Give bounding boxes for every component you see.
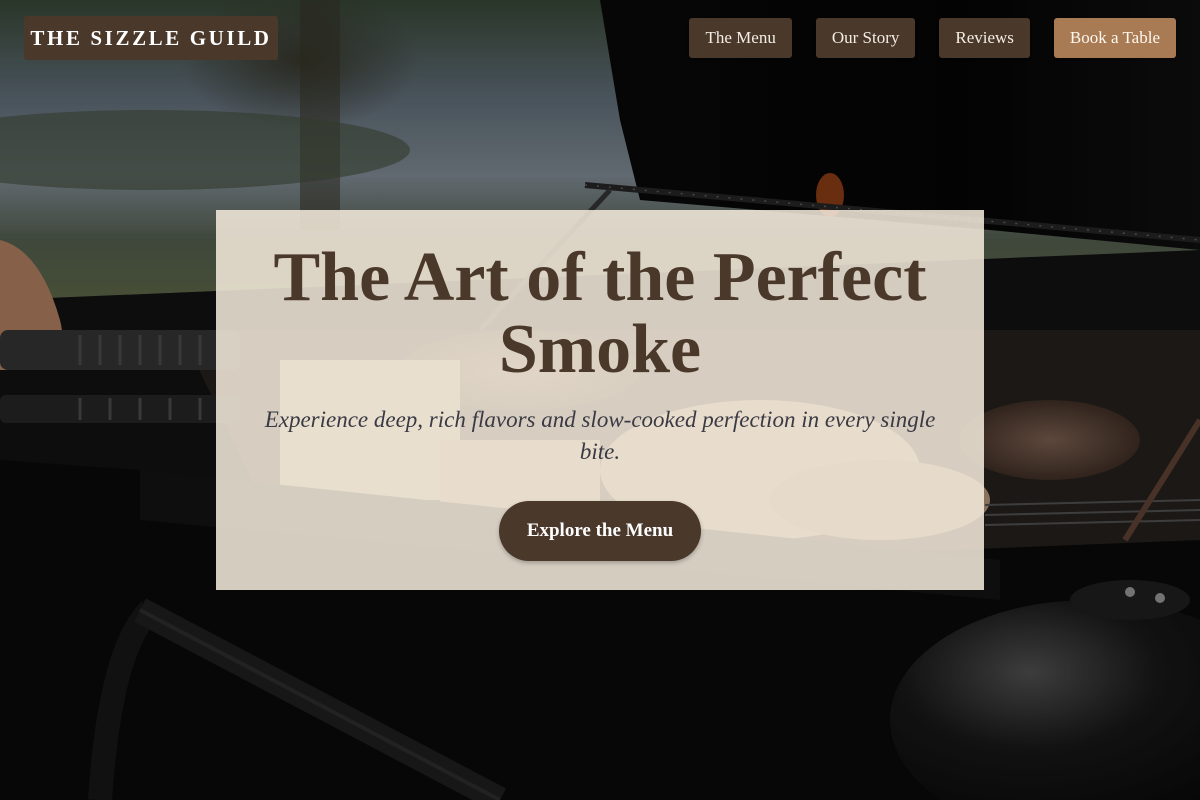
brand-logo[interactable]: THE SIZZLE GUILD xyxy=(24,16,278,60)
nav-reviews-button[interactable]: Reviews xyxy=(939,18,1030,58)
explore-menu-button[interactable]: Explore the Menu xyxy=(499,501,701,561)
hero-card: The Art of the Perfect Smoke Experience … xyxy=(216,210,984,590)
hero-title: The Art of the Perfect Smoke xyxy=(273,239,927,388)
hero-subtitle: Experience deep, rich flavors and slow-c… xyxy=(264,407,936,464)
nav-our-story-button[interactable]: Our Story xyxy=(815,18,916,58)
main-nav: The Menu Our Story Reviews Book a Table xyxy=(689,18,1176,58)
nav-menu-button[interactable]: The Menu xyxy=(689,18,792,58)
book-a-table-button[interactable]: Book a Table xyxy=(1053,18,1176,58)
